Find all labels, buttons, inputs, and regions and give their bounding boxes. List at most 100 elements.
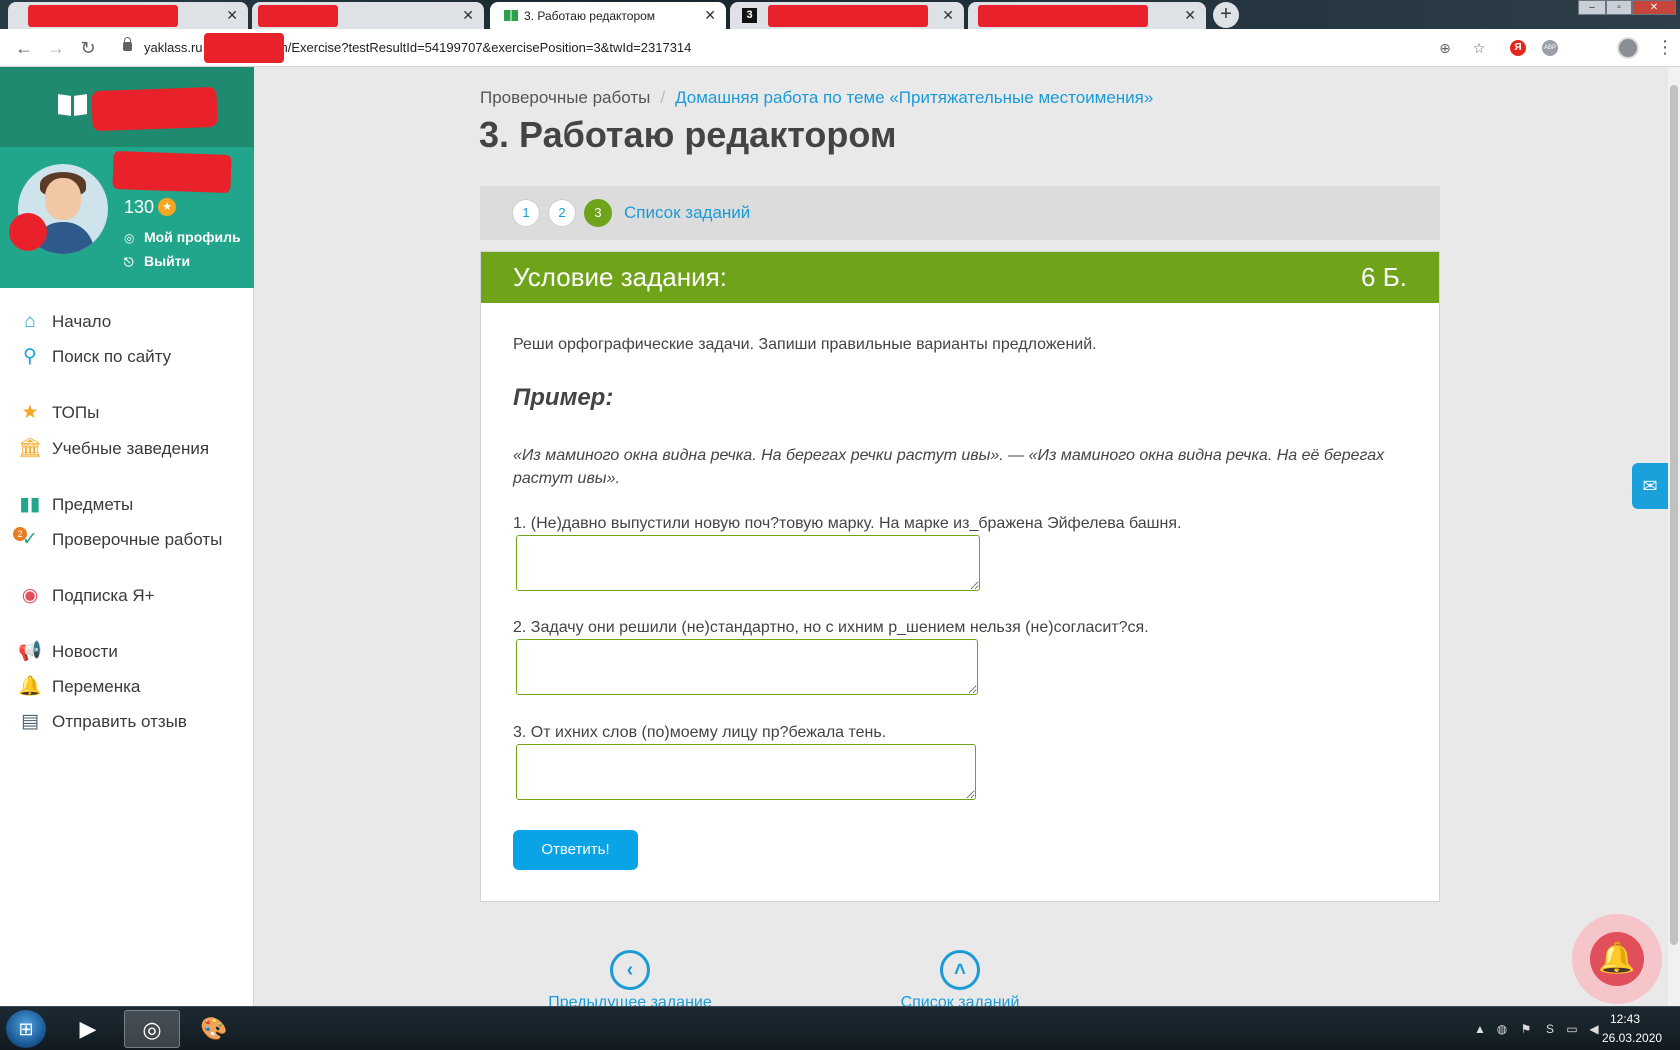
back-arrow-icon[interactable]: ←	[14, 38, 34, 58]
task-list-link[interactable]: Список заданий	[624, 203, 750, 223]
address-bar: ← → ↻ yaklass.ru n/Exercise?testResultId=…	[0, 29, 1680, 67]
sidebar-item-label: Учебные заведения	[52, 439, 210, 458]
sidebar-item-break[interactable]: 🔔 Переменка	[18, 675, 140, 699]
sidebar-item-check-works[interactable]: ✓ Проверочные работы	[18, 528, 222, 552]
example-title: Пример:	[513, 384, 614, 411]
sidebar-item-label: ТОПы	[52, 403, 100, 422]
flag-tray-icon[interactable]: ⚑	[1518, 1021, 1534, 1037]
bell-icon: 🔔	[1590, 932, 1644, 986]
sidebar-item-label: Отправить отзыв	[52, 712, 187, 731]
submit-answer-button[interactable]: Ответить!	[513, 830, 638, 870]
task-3-button[interactable]: 3	[584, 199, 612, 227]
logout-link[interactable]: ⎋ Выйти	[124, 253, 190, 270]
volume-tray-icon[interactable]: ◀	[1586, 1021, 1602, 1037]
yaklass-logo-icon[interactable]	[58, 95, 88, 117]
example-text: «Из маминого окна видна речка. На берега…	[513, 447, 1385, 487]
tab-favicon-icon: 3	[742, 8, 757, 23]
close-window-button[interactable]: ✕	[1632, 0, 1676, 15]
browser-tab-1[interactable]: ✕	[8, 2, 248, 29]
institution-icon: 🏛	[18, 438, 43, 459]
scrollbar-thumb[interactable]	[1670, 85, 1678, 945]
sidebar-item-subjects[interactable]: ▮▮ Предметы	[18, 493, 134, 517]
task-list-nav[interactable]: ˄ Список заданий	[850, 950, 1070, 1012]
sidebar: 130 ★ ◎ Мой профиль ⎋ Выйти ⌂ Начало ⚲ Пои…	[0, 67, 254, 1006]
task-instruction: Реши орфографические задачи. Запиши прав…	[513, 336, 1097, 353]
previous-task-nav[interactable]: ‹ Предыдущее задание	[520, 950, 740, 1012]
breadcrumb: Проверочные работы / Домашняя работа по те…	[480, 88, 1153, 108]
new-tab-button[interactable]: +	[1213, 2, 1239, 28]
yaklass-favicon-icon	[504, 10, 518, 21]
sidebar-item-institutions[interactable]: 🏛 Учебные заведения	[18, 437, 209, 461]
windows-start-icon[interactable]: ⊞	[6, 1010, 46, 1048]
sidebar-item-search[interactable]: ⚲ Поиск по сайту	[18, 345, 171, 369]
adblock-extension-icon[interactable]: ABP	[1542, 40, 1558, 56]
browser-tab-active[interactable]: 3. Работаю редактором ✕	[490, 2, 726, 29]
page-title: 3. Работаю редактором	[479, 114, 897, 155]
sidebar-item-label: Подписка Я+	[52, 586, 155, 605]
question-3-label: 3. От ихних слов (по)моему лицу пр?бежал…	[513, 724, 887, 741]
task-condition-title: Условие задания:	[513, 262, 727, 292]
tray-expand-icon[interactable]: ▲	[1472, 1021, 1488, 1037]
skype-tray-icon[interactable]: S	[1542, 1021, 1558, 1037]
task-2-button[interactable]: 2	[548, 199, 576, 227]
star-badge-icon: ★	[158, 198, 176, 216]
redaction-mark	[204, 33, 284, 63]
browser-tab-2[interactable]: ✕	[252, 2, 484, 29]
answer-1-field[interactable]	[516, 535, 980, 591]
sidebar-item-subscription[interactable]: ◉ Подписка Я+	[18, 584, 155, 608]
browser-profile-avatar[interactable]	[1617, 37, 1639, 59]
answer-3-field[interactable]	[516, 744, 976, 800]
sidebar-item-tops[interactable]: ★ ТОПы	[18, 401, 99, 425]
sidebar-item-label: Поиск по сайту	[52, 347, 172, 366]
browser-tab-4[interactable]: 3 ✕	[730, 2, 964, 29]
star-icon: ★	[21, 402, 39, 423]
bell-icon: 🔔	[18, 676, 42, 697]
redaction-mark	[768, 5, 928, 27]
tab-close-icon[interactable]: ✕	[1184, 7, 1196, 23]
sidebar-item-label: Начало	[52, 312, 112, 331]
tab-close-icon[interactable]: ✕	[462, 7, 474, 23]
install-app-icon[interactable]: ⊕	[1436, 39, 1454, 57]
browser-tab-5[interactable]: ✕	[968, 2, 1206, 29]
tab-close-icon[interactable]: ✕	[704, 7, 716, 23]
minimize-window-button[interactable]: –	[1578, 0, 1606, 15]
steam-tray-icon[interactable]: ◍	[1494, 1021, 1510, 1037]
sidebar-item-news[interactable]: 📢 Новости	[18, 640, 118, 664]
clock-time[interactable]: 12:43	[1610, 1012, 1640, 1026]
chrome-icon[interactable]: ◎	[124, 1010, 180, 1048]
feedback-icon: ▤	[21, 711, 39, 732]
logout-icon: ⎋	[124, 255, 134, 269]
sidebar-item-home[interactable]: ⌂ Начало	[18, 310, 111, 334]
url-path: n/Exercise?testResultId=54199707&exercis…	[280, 40, 692, 55]
breadcrumb-item-check-works[interactable]: Проверочные работы	[480, 88, 650, 107]
my-profile-link[interactable]: ◎ Мой профиль	[124, 229, 241, 245]
bookmark-star-icon[interactable]: ☆	[1470, 39, 1488, 57]
task-card-header: Условие задания: 6 Б.	[481, 252, 1439, 303]
sidebar-item-feedback[interactable]: ▤ Отправить отзыв	[18, 710, 187, 734]
chevron-left-icon[interactable]: ‹	[610, 950, 650, 990]
browser-menu-icon[interactable]: ⋮	[1656, 38, 1674, 56]
task-1-button[interactable]: 1	[512, 199, 540, 227]
network-tray-icon[interactable]: ▭	[1564, 1021, 1580, 1037]
lock-icon	[123, 37, 132, 51]
answer-2-field[interactable]	[516, 639, 978, 695]
question-1-label: 1. (Не)давно выпустили новую поч?товую м…	[513, 515, 1182, 532]
forward-arrow-icon[interactable]: →	[46, 38, 66, 58]
breadcrumb-item-homework[interactable]: Домашняя работа по теме «Притяжательные …	[675, 88, 1153, 107]
tab-close-icon[interactable]: ✕	[942, 7, 954, 23]
paint-icon[interactable]: 🎨	[186, 1010, 242, 1048]
tab-close-icon[interactable]: ✕	[226, 7, 238, 23]
mail-feedback-icon[interactable]: ✉	[1632, 463, 1668, 509]
chevron-up-icon[interactable]: ˄	[940, 950, 980, 990]
redaction-mark	[112, 150, 232, 194]
page-scrollbar[interactable]	[1668, 67, 1680, 1006]
yandex-extension-icon[interactable]: Я	[1510, 40, 1526, 56]
redaction-mark	[28, 5, 178, 27]
breadcrumb-separator: /	[660, 88, 666, 107]
media-player-icon[interactable]: ▶	[60, 1010, 116, 1048]
maximize-window-button[interactable]: ▫	[1606, 0, 1632, 15]
clock-date[interactable]: 26.03.2020	[1602, 1031, 1662, 1045]
notifications-button[interactable]: 🔔	[1572, 914, 1662, 1004]
question-2-label: 2. Задачу они решили (не)стандартно, но …	[513, 619, 1149, 636]
reload-icon[interactable]: ↻	[78, 38, 98, 58]
